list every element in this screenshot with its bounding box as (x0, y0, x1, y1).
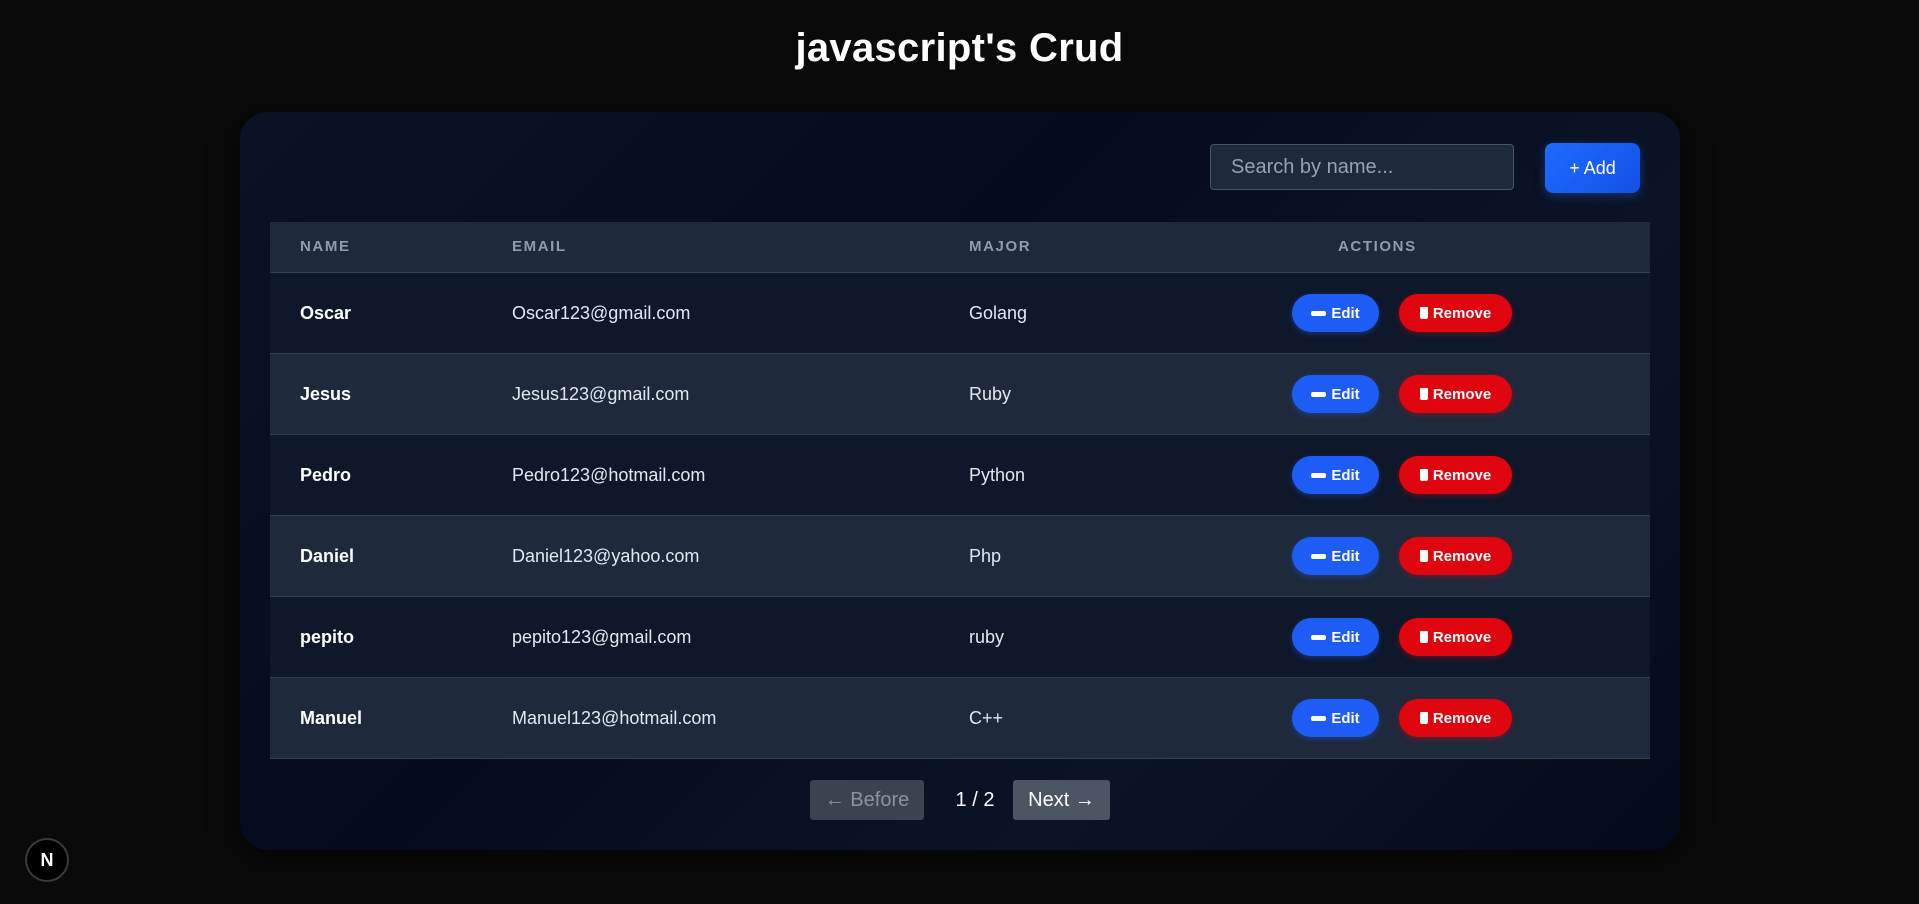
cell-email: Jesus123@gmail.com (512, 384, 690, 404)
nextjs-logo-icon[interactable]: N (25, 838, 69, 882)
remove-label: Remove (1432, 385, 1492, 403)
edit-button[interactable]: Edit (1292, 456, 1379, 494)
next-button[interactable]: Next → (1013, 780, 1110, 820)
pencil-icon (1311, 310, 1327, 316)
page-indicator: 1 / 2 (955, 789, 995, 811)
remove-button[interactable]: Remove (1399, 375, 1512, 413)
column-header-name: NAME (300, 238, 351, 255)
remove-button[interactable]: Remove (1399, 294, 1512, 332)
crud-card: + Add NAME EMAIL MAJOR ACTIONS Oscar Osc… (240, 112, 1680, 850)
cell-name: pepito (300, 627, 354, 647)
trash-icon (1419, 307, 1428, 319)
table-row: Oscar Oscar123@gmail.com Golang Edit Rem… (270, 273, 1650, 354)
table-row: Pedro Pedro123@hotmail.com Python Edit R… (270, 435, 1650, 516)
cell-major: C++ (969, 708, 1004, 728)
cell-email: Daniel123@yahoo.com (512, 546, 700, 566)
cell-email: Manuel123@hotmail.com (512, 708, 717, 728)
search-input[interactable] (1210, 144, 1514, 190)
table-row: Jesus Jesus123@gmail.com Ruby Edit Remov… (270, 354, 1650, 435)
table-row: pepito pepito123@gmail.com ruby Edit Rem… (270, 597, 1650, 678)
trash-icon (1419, 712, 1428, 724)
edit-label: Edit (1331, 385, 1360, 403)
table-row: Manuel Manuel123@hotmail.com C++ Edit Re… (270, 678, 1650, 759)
remove-label: Remove (1432, 466, 1492, 484)
cell-major: Python (969, 465, 1026, 485)
remove-label: Remove (1432, 628, 1492, 646)
cell-major: Golang (969, 303, 1028, 323)
remove-button[interactable]: Remove (1399, 456, 1512, 494)
table-header: NAME EMAIL MAJOR ACTIONS (270, 222, 1650, 273)
cell-major: Ruby (969, 384, 1012, 404)
edit-button[interactable]: Edit (1292, 699, 1379, 737)
cell-email: pepito123@gmail.com (512, 627, 692, 647)
cell-name: Pedro (300, 465, 352, 485)
column-header-actions: ACTIONS (1338, 238, 1417, 255)
edit-button[interactable]: Edit (1292, 294, 1379, 332)
remove-label: Remove (1432, 304, 1492, 322)
remove-label: Remove (1432, 547, 1492, 565)
trash-icon (1419, 469, 1428, 481)
column-header-major: MAJOR (969, 238, 1032, 255)
edit-label: Edit (1331, 628, 1360, 646)
edit-label: Edit (1331, 466, 1360, 484)
remove-button[interactable]: Remove (1399, 699, 1512, 737)
column-header-email: EMAIL (512, 238, 567, 255)
cell-name: Jesus (300, 384, 352, 404)
edit-label: Edit (1331, 547, 1360, 565)
cell-major: Php (969, 546, 1002, 566)
pencil-icon (1311, 472, 1327, 478)
pencil-icon (1311, 391, 1327, 397)
trash-icon (1419, 631, 1428, 643)
remove-button[interactable]: Remove (1399, 618, 1512, 656)
cell-name: Manuel (300, 708, 363, 728)
edit-label: Edit (1331, 304, 1360, 322)
edit-label: Edit (1331, 709, 1360, 727)
page-title: javascript's Crud (795, 26, 1124, 70)
cell-email: Pedro123@hotmail.com (512, 465, 706, 485)
remove-label: Remove (1432, 709, 1492, 727)
pencil-icon (1311, 715, 1327, 721)
remove-button[interactable]: Remove (1399, 537, 1512, 575)
pagination: ← Before 1 / 2 Next → (240, 780, 1680, 820)
cell-name: Oscar (300, 303, 352, 323)
cell-email: Oscar123@gmail.com (512, 303, 691, 323)
edit-button[interactable]: Edit (1292, 375, 1379, 413)
trash-icon (1419, 388, 1428, 400)
pencil-icon (1311, 634, 1327, 640)
table-row: Daniel Daniel123@yahoo.com Php Edit Remo… (270, 516, 1650, 597)
users-table: NAME EMAIL MAJOR ACTIONS Oscar Oscar123@… (270, 222, 1650, 759)
cell-major: ruby (969, 627, 1005, 647)
add-button[interactable]: + Add (1545, 143, 1640, 193)
edit-button[interactable]: Edit (1292, 618, 1379, 656)
trash-icon (1419, 550, 1428, 562)
edit-button[interactable]: Edit (1292, 537, 1379, 575)
cell-name: Daniel (300, 546, 355, 566)
before-button[interactable]: ← Before (810, 780, 924, 820)
pencil-icon (1311, 553, 1327, 559)
